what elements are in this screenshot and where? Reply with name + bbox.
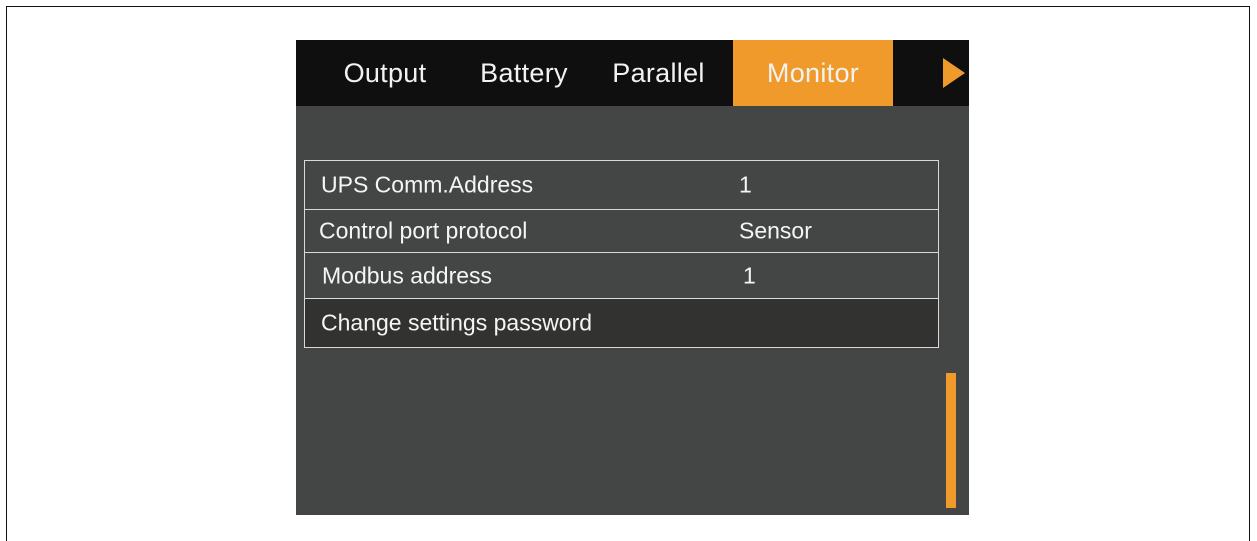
tab-bar: Output Battery Parallel Monitor [296,40,969,106]
setting-value: Sensor [739,217,812,244]
setting-value: 1 [739,171,752,198]
setting-row-change-settings-password[interactable]: Change settings password [305,299,938,347]
tab-output[interactable]: Output [326,40,444,106]
tab-monitor[interactable]: Monitor [733,40,893,106]
setting-row-control-port-protocol[interactable]: Control port protocol Sensor [305,210,938,253]
setting-label: Change settings password [321,309,593,336]
setting-label: UPS Comm.Address [321,171,534,198]
tab-battery[interactable]: Battery [464,40,584,106]
scrollbar[interactable] [946,373,956,508]
triangle-right-icon[interactable] [943,58,965,88]
tab-parallel[interactable]: Parallel [596,40,721,106]
setting-row-ups-comm-address[interactable]: UPS Comm.Address 1 [305,161,938,210]
setting-label: Control port protocol [319,217,528,244]
ups-screen: Output Battery Parallel Monitor UPS Comm… [296,40,969,515]
setting-value: 1 [743,262,756,288]
settings-table: UPS Comm.Address 1 Control port protocol… [304,160,939,348]
setting-label: Modbus address [322,262,493,288]
setting-row-modbus-address[interactable]: Modbus address 1 [305,253,938,299]
